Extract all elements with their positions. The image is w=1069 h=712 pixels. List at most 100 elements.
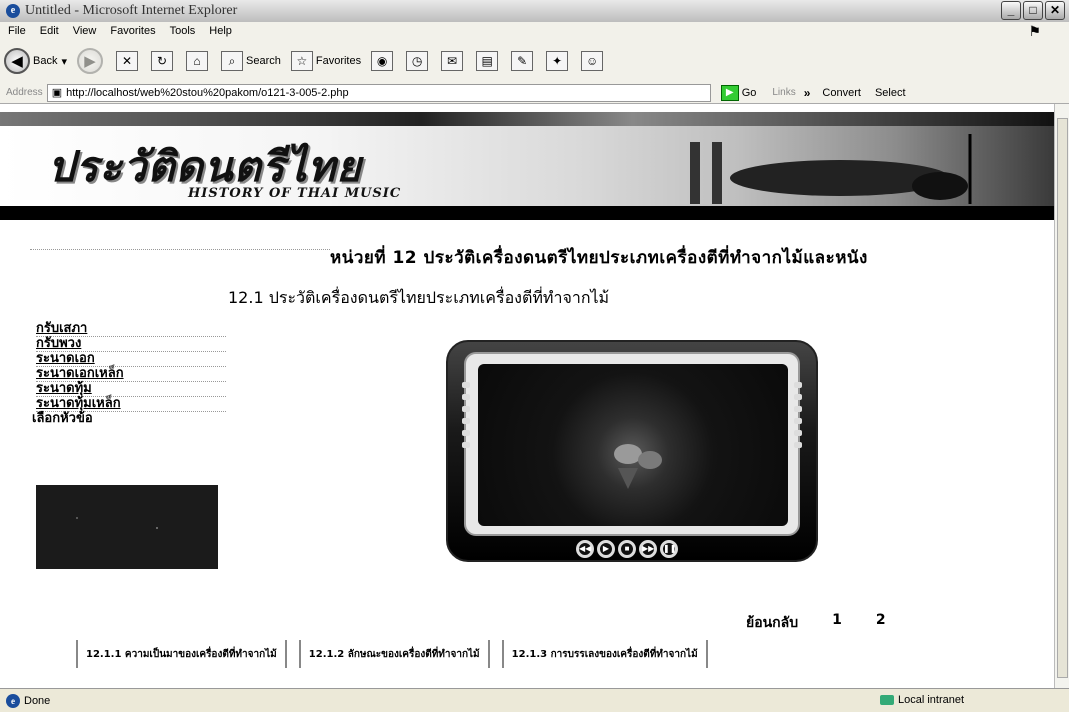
side-video-box[interactable] <box>36 485 218 569</box>
search-icon: ⌕ <box>221 51 243 71</box>
side-menu-item[interactable]: ระนาดทุ้มเหล็ก <box>36 397 226 412</box>
status-text: Done <box>24 694 51 707</box>
back-arrow-icon: ◀ <box>4 48 30 74</box>
menu-help[interactable]: Help <box>209 25 232 37</box>
edit-icon: ✎ <box>511 51 534 71</box>
right-leds <box>794 382 802 448</box>
sub-topic-tabs: 12.1.1 ความเป็นมาของเครื่องตีที่ทำจากไม้… <box>76 640 1036 670</box>
scroll-thumb[interactable] <box>1057 118 1068 678</box>
page-link-1[interactable]: 1 <box>832 612 842 634</box>
windows-flag-icon: ⚑ <box>1028 23 1041 39</box>
menu-tools[interactable]: Tools <box>170 25 196 37</box>
minimize-icon[interactable]: _ <box>1001 1 1021 20</box>
page-link-2[interactable]: 2 <box>876 612 886 634</box>
title-rule <box>30 249 330 250</box>
left-leds <box>462 382 470 448</box>
history-icon: ◷ <box>406 51 429 71</box>
instrument-image <box>690 134 972 204</box>
title-bar: e Untitled - Microsoft Internet Explorer… <box>0 0 1069 22</box>
ie-logo-icon: e <box>6 4 20 18</box>
browser-window: e Untitled - Microsoft Internet Explorer… <box>0 0 1069 712</box>
menu-view[interactable]: View <box>73 25 97 37</box>
history-button[interactable]: ◷ <box>406 51 431 71</box>
refresh-icon: ↻ <box>151 51 173 71</box>
ie-status-icon: e <box>6 693 20 708</box>
security-zone: Local intranet <box>880 694 964 706</box>
rewind-button[interactable]: ◀◀ <box>576 540 594 558</box>
toolbar: ◀ Back ▾ ▶ ✕ ↻ ⌂ ⌕ Search ☆ Favorites ◉ … <box>0 40 1069 82</box>
close-icon[interactable]: ✕ <box>1045 1 1065 20</box>
address-input[interactable]: ▣ http://localhost/web%20stou%20pakom/o1… <box>46 83 711 102</box>
back-link[interactable]: ย้อนกลับ <box>746 612 798 634</box>
select-button[interactable]: Select <box>875 87 906 99</box>
intranet-icon <box>880 695 894 705</box>
edit-button[interactable]: ✎ <box>511 51 536 71</box>
side-menu-item[interactable]: กรับพวง <box>36 337 226 352</box>
section-title: 12.1 ประวัติเครื่องดนตรีไทยประเภทเครื่อง… <box>228 288 610 307</box>
stop-button[interactable]: ✕ <box>116 51 141 71</box>
search-button[interactable]: ⌕ Search <box>221 51 281 71</box>
banner-top-strip <box>0 112 1054 126</box>
pause-button[interactable]: ❚❚ <box>660 540 678 558</box>
stop-button-player[interactable]: ■ <box>618 540 636 558</box>
player-controls: ◀◀ ▶ ■ ▶▶ ❚❚ <box>576 540 678 558</box>
go-button[interactable]: ▶ Go <box>720 84 757 101</box>
go-label: Go <box>741 86 757 99</box>
print-icon: ▤ <box>476 51 499 71</box>
menu-favorites[interactable]: Favorites <box>110 25 155 37</box>
favorites-button[interactable]: ☆ Favorites <box>290 51 362 71</box>
back-button[interactable]: ◀ Back ▾ <box>4 48 67 74</box>
sub-topic-tab[interactable]: 12.1.1 ความเป็นมาของเครื่องตีที่ทำจากไม้ <box>76 640 287 668</box>
banner-en-title: HISTORY OF THAI MUSIC <box>188 186 402 201</box>
sub-topic-tab[interactable]: 12.1.3 การบรรเลงของเครื่องตีที่ทำจากไม้ <box>501 640 708 668</box>
forward-button-player[interactable]: ▶▶ <box>639 540 657 558</box>
window-title: Untitled - Microsoft Internet Explorer <box>25 3 238 18</box>
select-topic-link[interactable]: เลือกหัวข้อ <box>32 412 226 427</box>
convert-button[interactable]: Convert <box>822 87 861 99</box>
discuss-button[interactable]: ✦ <box>546 51 571 71</box>
home-button[interactable]: ⌂ <box>186 51 211 71</box>
side-menu-item[interactable]: ระนาดเอก <box>36 352 226 367</box>
favorites-label: Favorites <box>315 55 362 67</box>
video-screen[interactable] <box>478 364 788 526</box>
banner-bottom-stripe <box>0 206 1054 220</box>
page-content: ประวัติดนตรีไทย HISTORY OF THAI MUSIC หน… <box>0 104 1054 688</box>
menu-edit[interactable]: Edit <box>40 25 59 37</box>
mail-button[interactable]: ✉ <box>441 51 466 71</box>
play-button[interactable]: ▶ <box>597 540 615 558</box>
chevron-icon[interactable]: » <box>804 86 811 100</box>
unit-title: หน่วยที่ 12 ประวัติเครื่องดนตรีไทยประเภท… <box>330 248 868 268</box>
window-controls: _ □ ✕ <box>1001 1 1065 20</box>
messenger-icon: ☺ <box>581 51 604 71</box>
side-menu-item[interactable]: ระนาดเอกเหล็ก <box>36 367 226 382</box>
back-label: Back <box>33 55 58 67</box>
search-label: Search <box>246 55 281 67</box>
banner: ประวัติดนตรีไทย HISTORY OF THAI MUSIC <box>0 112 1054 220</box>
address-url: http://localhost/web%20stou%20pakom/o121… <box>66 86 349 99</box>
zone-label: Local intranet <box>898 694 965 706</box>
mail-icon: ✉ <box>441 51 464 71</box>
vertical-scrollbar[interactable] <box>1054 104 1069 688</box>
side-menu: กรับเสภา กรับพวง ระนาดเอก ระนาดเอกเหล็ก … <box>32 322 226 427</box>
links-label[interactable]: Links <box>772 87 795 98</box>
print-button[interactable]: ▤ <box>476 51 501 71</box>
discuss-icon: ✦ <box>546 51 569 71</box>
address-bar: Address ▣ http://localhost/web%20stou%20… <box>0 82 1069 104</box>
media-player: ◀◀ ▶ ■ ▶▶ ❚❚ <box>446 340 818 562</box>
forward-button[interactable]: ▶ <box>77 48 106 74</box>
refresh-button[interactable]: ↻ <box>151 51 176 71</box>
star-icon: ☆ <box>290 51 313 71</box>
forward-arrow-icon: ▶ <box>77 48 103 74</box>
side-menu-item[interactable]: กรับเสภา <box>36 322 226 337</box>
sub-topic-tab[interactable]: 12.1.2 ลักษณะของเครื่องตีที่ทำจากไม้ <box>298 640 490 668</box>
media-button[interactable]: ◉ <box>371 51 396 71</box>
menu-bar: File Edit View Favorites Tools Help ⚑ <box>0 22 1069 40</box>
menu-file[interactable]: File <box>8 25 26 37</box>
maximize-icon[interactable]: □ <box>1023 1 1043 20</box>
page-icon: ▣ <box>51 87 63 99</box>
messenger-button[interactable]: ☺ <box>581 51 606 71</box>
home-icon: ⌂ <box>186 51 208 71</box>
address-label: Address <box>6 87 43 98</box>
page-nav: ย้อนกลับ 1 2 <box>746 612 886 634</box>
side-menu-item[interactable]: ระนาดทุ้ม <box>36 382 226 397</box>
